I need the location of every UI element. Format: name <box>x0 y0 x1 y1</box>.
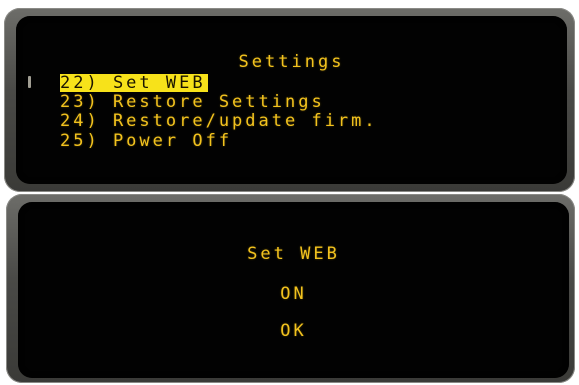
set-web-dialog-screen: Set WEB ON OK <box>18 202 569 378</box>
menu-item-restore-settings[interactable]: 23) Restore Settings <box>60 93 325 111</box>
settings-menu-screen: Settings 22) Set WEB 23) Restore Setting… <box>16 16 567 184</box>
dialog-title: Set WEB <box>247 244 340 264</box>
device-photo: Settings 22) Set WEB 23) Restore Setting… <box>0 0 579 385</box>
menu-item-set-web[interactable]: 22) Set WEB <box>60 74 208 92</box>
menu-title: Settings <box>238 52 345 72</box>
menu-item-restore-update-firmware[interactable]: 24) Restore/update firm. <box>60 112 378 130</box>
selection-indicator <box>28 76 31 88</box>
menu-item-power-off[interactable]: 25) Power Off <box>60 132 232 150</box>
ok-button[interactable]: OK <box>18 321 569 341</box>
web-toggle-value[interactable]: ON <box>18 284 569 304</box>
